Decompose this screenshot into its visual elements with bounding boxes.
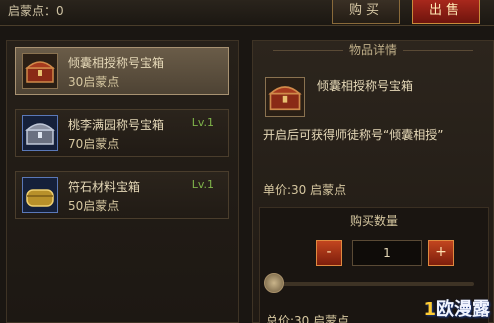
decrease-quantity-button[interactable]: - xyxy=(316,240,342,266)
total-price: 总价:30 启蒙点 xyxy=(266,314,350,323)
watermark-logo: 1欧漫露 xyxy=(423,295,490,321)
quantity-slider-handle[interactable] xyxy=(264,273,284,293)
item-price: 50启蒙点 xyxy=(68,199,120,213)
currency-display: 启蒙点：0 xyxy=(8,4,64,18)
list-item[interactable]: 倾囊相授称号宝箱 30启蒙点 xyxy=(15,47,229,95)
sell-tab[interactable]: 出售 xyxy=(412,0,480,24)
watermark-text: 欧漫露 xyxy=(436,299,490,320)
item-list: 倾囊相授称号宝箱 30启蒙点 桃李满园称号宝箱 Lv.1 70启蒙点 符石材料宝… xyxy=(6,40,239,323)
item-name: 符石材料宝箱 xyxy=(68,180,141,194)
item-price: 70启蒙点 xyxy=(68,137,120,151)
list-item[interactable]: 符石材料宝箱 Lv.1 50启蒙点 xyxy=(15,171,229,219)
unit-price: 单价:30 启蒙点 xyxy=(263,183,347,197)
detail-header: 物品详情 xyxy=(253,41,493,59)
item-name: 倾囊相授称号宝箱 xyxy=(68,56,165,70)
detail-item-name: 倾囊相授称号宝箱 xyxy=(317,79,414,93)
list-item[interactable]: 桃李满园称号宝箱 Lv.1 70启蒙点 xyxy=(15,109,229,157)
watermark-number: 1 xyxy=(423,299,436,320)
top-bar: 启蒙点：0 购买 出售 xyxy=(0,0,494,26)
gold-treasure-chest-icon xyxy=(22,177,58,213)
quantity-title: 购买数量 xyxy=(349,214,398,228)
item-level: Lv.1 xyxy=(191,116,214,129)
item-detail-panel: 物品详情 倾囊相授称号宝箱 开启后可获得师徒称号“倾囊相授” 单价:30 启蒙点… xyxy=(252,40,494,323)
quantity-slider-track[interactable] xyxy=(274,282,474,286)
red-treasure-chest-icon xyxy=(22,53,58,89)
item-level: Lv.1 xyxy=(191,178,214,191)
increase-quantity-button[interactable]: + xyxy=(428,240,454,266)
detail-description: 开启后可获得师徒称号“倾囊相授” xyxy=(263,128,444,142)
item-price: 30启蒙点 xyxy=(68,75,120,89)
red-treasure-chest-icon xyxy=(265,77,305,117)
item-name: 桃李满园称号宝箱 xyxy=(68,118,165,132)
quantity-input[interactable]: 1 xyxy=(352,240,422,266)
buy-tab[interactable]: 购买 xyxy=(332,0,400,24)
silver-treasure-chest-icon xyxy=(22,115,58,151)
